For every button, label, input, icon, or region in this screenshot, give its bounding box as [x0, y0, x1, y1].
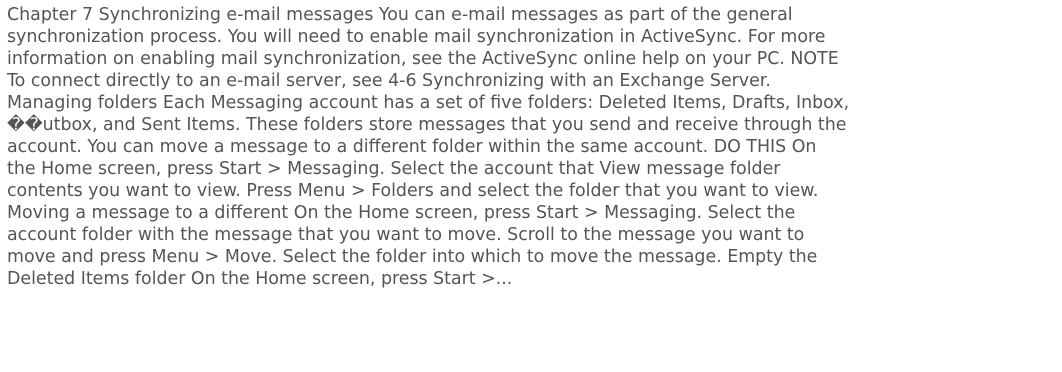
document-page: Chapter 7 Synchronizing e-mail messages …	[0, 0, 1062, 372]
text-line: information on enabling mail synchroniza…	[7, 49, 839, 69]
text-line: Deleted Items folder On the Home screen,…	[7, 269, 513, 289]
text-line: Managing folders Each Messaging account …	[7, 93, 850, 113]
text-line: move and press Menu > Move. Select the f…	[7, 247, 818, 267]
text-line: synchronization process. You will need t…	[7, 27, 826, 47]
text-line: ��utbox, and Sent Items. These folders s…	[7, 115, 847, 135]
text-line: To connect directly to an e-mail server,…	[7, 71, 771, 91]
text-line: account. You can move a message to a dif…	[7, 137, 817, 157]
text-line: the Home screen, press Start > Messaging…	[7, 159, 781, 179]
text-line: contents you want to view. Press Menu > …	[7, 181, 819, 201]
text-line: account folder with the message that you…	[7, 225, 805, 245]
text-line: Chapter 7 Synchronizing e-mail messages …	[7, 5, 793, 25]
text-line: Moving a message to a different On the H…	[7, 203, 796, 223]
document-body-text: Chapter 7 Synchronizing e-mail messages …	[7, 4, 1054, 290]
